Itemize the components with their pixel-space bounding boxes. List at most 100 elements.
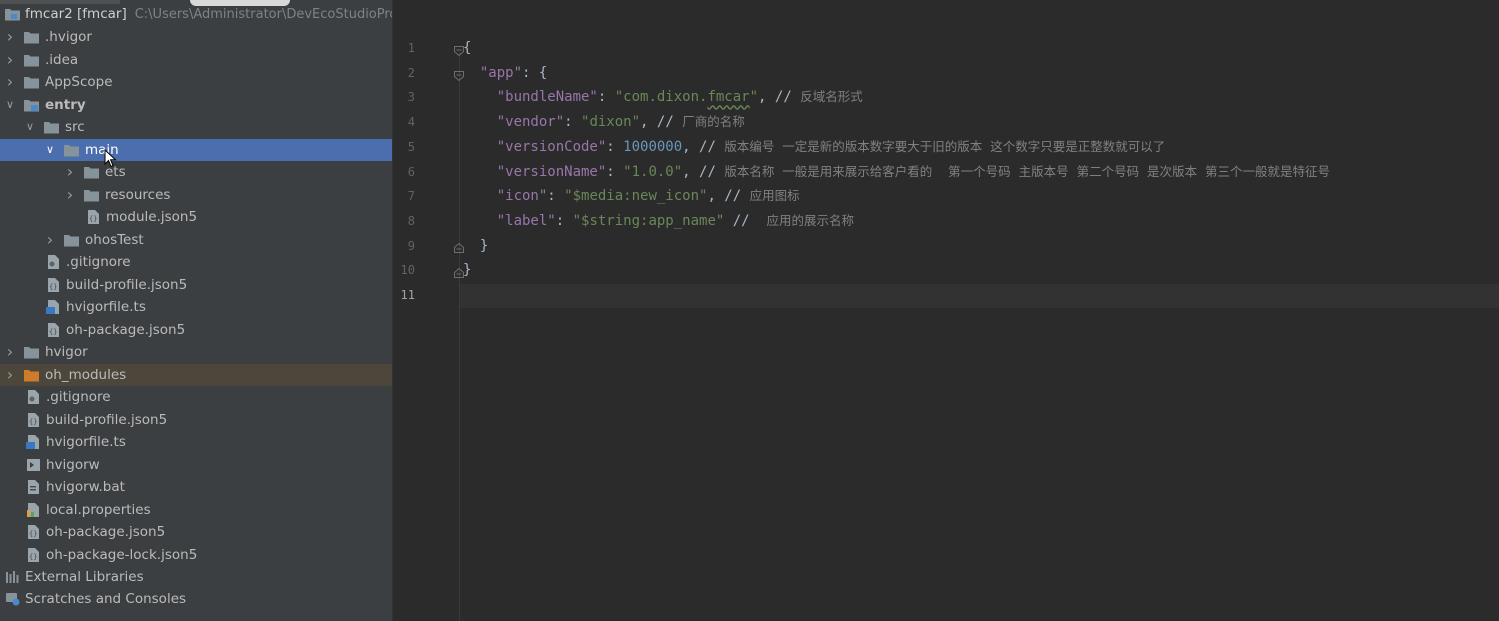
root-project-path: C:\Users\Administrator\DevEcoStudioPro: [134, 7, 392, 22]
tree-item[interactable]: ∨ entry: [0, 94, 392, 116]
line-number: 3: [407, 90, 415, 105]
svg-text:{}: {}: [29, 418, 37, 426]
fold-end-marker-icon[interactable]: [453, 264, 465, 278]
json-file-icon: {}: [26, 525, 41, 539]
json-key: "versionCode": [496, 138, 607, 155]
scratches-icon: [5, 592, 20, 606]
chevron-right-icon[interactable]: ›: [3, 71, 17, 93]
code-punctuation: , //: [682, 138, 725, 155]
chevron-right-icon[interactable]: ›: [3, 26, 17, 48]
line-number: 8: [407, 213, 415, 228]
tree-item[interactable]: {} build-profile.json5: [0, 274, 392, 296]
code-punctuation: [463, 213, 497, 229]
tree-item[interactable]: {} oh-package-lock.json5: [0, 544, 392, 566]
code-punctuation: :: [547, 188, 565, 205]
tree-item[interactable]: .gitignore: [0, 386, 392, 408]
script-file-icon: [26, 458, 41, 472]
tree-item[interactable]: hvigorw.bat: [0, 476, 392, 498]
fold-marker-icon[interactable]: [453, 42, 465, 57]
tree-root-row[interactable]: fmcar2 [fmcar] C:\Users\Administrator\Dev…: [0, 3, 392, 25]
code-comment: 应用图标: [749, 188, 800, 204]
json-file-icon: {}: [26, 412, 41, 427]
code-line[interactable]: "bundleName": "com.dixon.fmcar", // 反域名形…: [463, 85, 863, 109]
tree-item-label: module.json5: [106, 209, 198, 225]
code-punctuation: :: [597, 89, 615, 106]
tree-item[interactable]: .gitignore: [0, 251, 392, 273]
json-string: fmcar: [707, 89, 750, 106]
tree-item[interactable]: local.properties: [0, 499, 392, 521]
code-punctuation: , //: [640, 114, 683, 131]
file-icon: [26, 390, 41, 404]
code-line[interactable]: "vendor": "dixon", // 厂商的名称: [463, 110, 745, 134]
json-string: "$string:app_name": [572, 212, 725, 229]
code-punctuation: [463, 89, 497, 105]
code-line[interactable]: "icon": "$media:new_icon", // 应用图标: [463, 184, 800, 208]
code-line[interactable]: }: [463, 234, 488, 258]
line-number: 2: [407, 65, 415, 80]
chevron-right-icon[interactable]: ›: [3, 49, 17, 71]
tree-item[interactable]: ∨ src: [0, 116, 392, 138]
line-number: 11: [400, 288, 415, 302]
line-number: 9: [407, 238, 415, 253]
tree-item-label: hvigorw.bat: [46, 479, 125, 495]
module-folder-icon: [24, 98, 39, 112]
tree-item[interactable]: {} oh-package.json5: [0, 319, 392, 341]
tree-item[interactable]: › resources: [0, 184, 392, 206]
chevron-right-icon[interactable]: ›: [3, 364, 17, 386]
typescript-file-icon: [26, 435, 41, 449]
library-icon: [5, 570, 20, 584]
scratches-row[interactable]: Scratches and Consoles: [0, 588, 392, 610]
folder-icon: [24, 345, 39, 359]
folder-icon: [24, 53, 39, 67]
chevron-down-icon[interactable]: ∨: [43, 139, 57, 161]
code-line[interactable]: "app": {: [463, 61, 547, 85]
tree-item[interactable]: {} oh-package.json5: [0, 521, 392, 543]
code-line[interactable]: "versionName": "1.0.0", // 版本名称 一般是用来展示给…: [463, 160, 1330, 184]
json-key: "bundleName": [496, 89, 598, 106]
code-editor[interactable]: 1 2 3 4 5 6 7 8 9 10 11 { "app": { "bundleName": "…: [393, 0, 1499, 621]
tree-item[interactable]: › ets: [0, 161, 392, 183]
tree-item[interactable]: › .idea: [0, 49, 392, 71]
tree-item-label: oh-package-lock.json5: [46, 546, 198, 563]
fold-end-marker-icon[interactable]: [453, 239, 465, 253]
tree-item[interactable]: ∨ main: [0, 138, 392, 161]
tree-item[interactable]: hvigorw: [0, 454, 392, 476]
code-line[interactable]: "label": "$string:app_name" // 应用的展示名称: [463, 209, 854, 233]
mouse-pointer-icon: [104, 148, 118, 169]
folder-icon: [24, 30, 39, 44]
code-line[interactable]: "versionCode": 1000000, // 版本编号 一定是新的版本数…: [463, 135, 1166, 159]
tree-item[interactable]: › hvigor: [0, 341, 392, 363]
tree-item[interactable]: › oh_modules: [0, 363, 392, 386]
tree-item-label: resources: [105, 186, 171, 203]
chevron-down-icon[interactable]: ∨: [3, 94, 17, 116]
tree-item-label: src: [65, 119, 85, 135]
svg-text:{}: {}: [49, 328, 57, 336]
line-number: 7: [407, 189, 415, 204]
root-project-label: fmcar2 [fmcar]: [25, 6, 127, 22]
batch-file-icon: [26, 480, 41, 494]
chevron-right-icon[interactable]: ›: [3, 341, 17, 363]
tree-item-label: hvigorfile.ts: [66, 299, 146, 315]
project-folder-icon: [5, 7, 20, 21]
fold-marker-icon[interactable]: [453, 67, 465, 82]
chevron-down-icon[interactable]: ∨: [23, 116, 37, 138]
json-key: "icon": [496, 188, 548, 205]
tree-item[interactable]: {} build-profile.json5: [0, 409, 392, 431]
chevron-right-icon[interactable]: ›: [63, 161, 77, 183]
chevron-right-icon[interactable]: ›: [43, 229, 57, 251]
code-punctuation: [463, 164, 497, 180]
tree-item[interactable]: › ohosTest: [0, 229, 392, 251]
tree-item[interactable]: hvigorfile.ts: [0, 431, 392, 453]
chevron-right-icon[interactable]: ›: [63, 184, 77, 206]
svg-text:{}: {}: [89, 215, 97, 223]
code-comment: 版本名称 一般是用来展示给客户看的 第一个号码 主版本号 第二个号码 是次版本 …: [724, 163, 1330, 179]
tree-item[interactable]: › AppScope: [0, 71, 392, 93]
tree-item-label: local.properties: [46, 501, 151, 518]
tree-item[interactable]: › .hvigor: [0, 26, 392, 48]
tree-item[interactable]: hvigorfile.ts: [0, 296, 392, 318]
tree-item-label: hvigorw: [46, 456, 100, 473]
external-libraries-row[interactable]: External Libraries: [0, 566, 392, 588]
typescript-file-icon: [46, 300, 61, 314]
tree-item[interactable]: {} module.json5: [0, 206, 392, 228]
tree-item-label: hvigor: [45, 344, 88, 360]
